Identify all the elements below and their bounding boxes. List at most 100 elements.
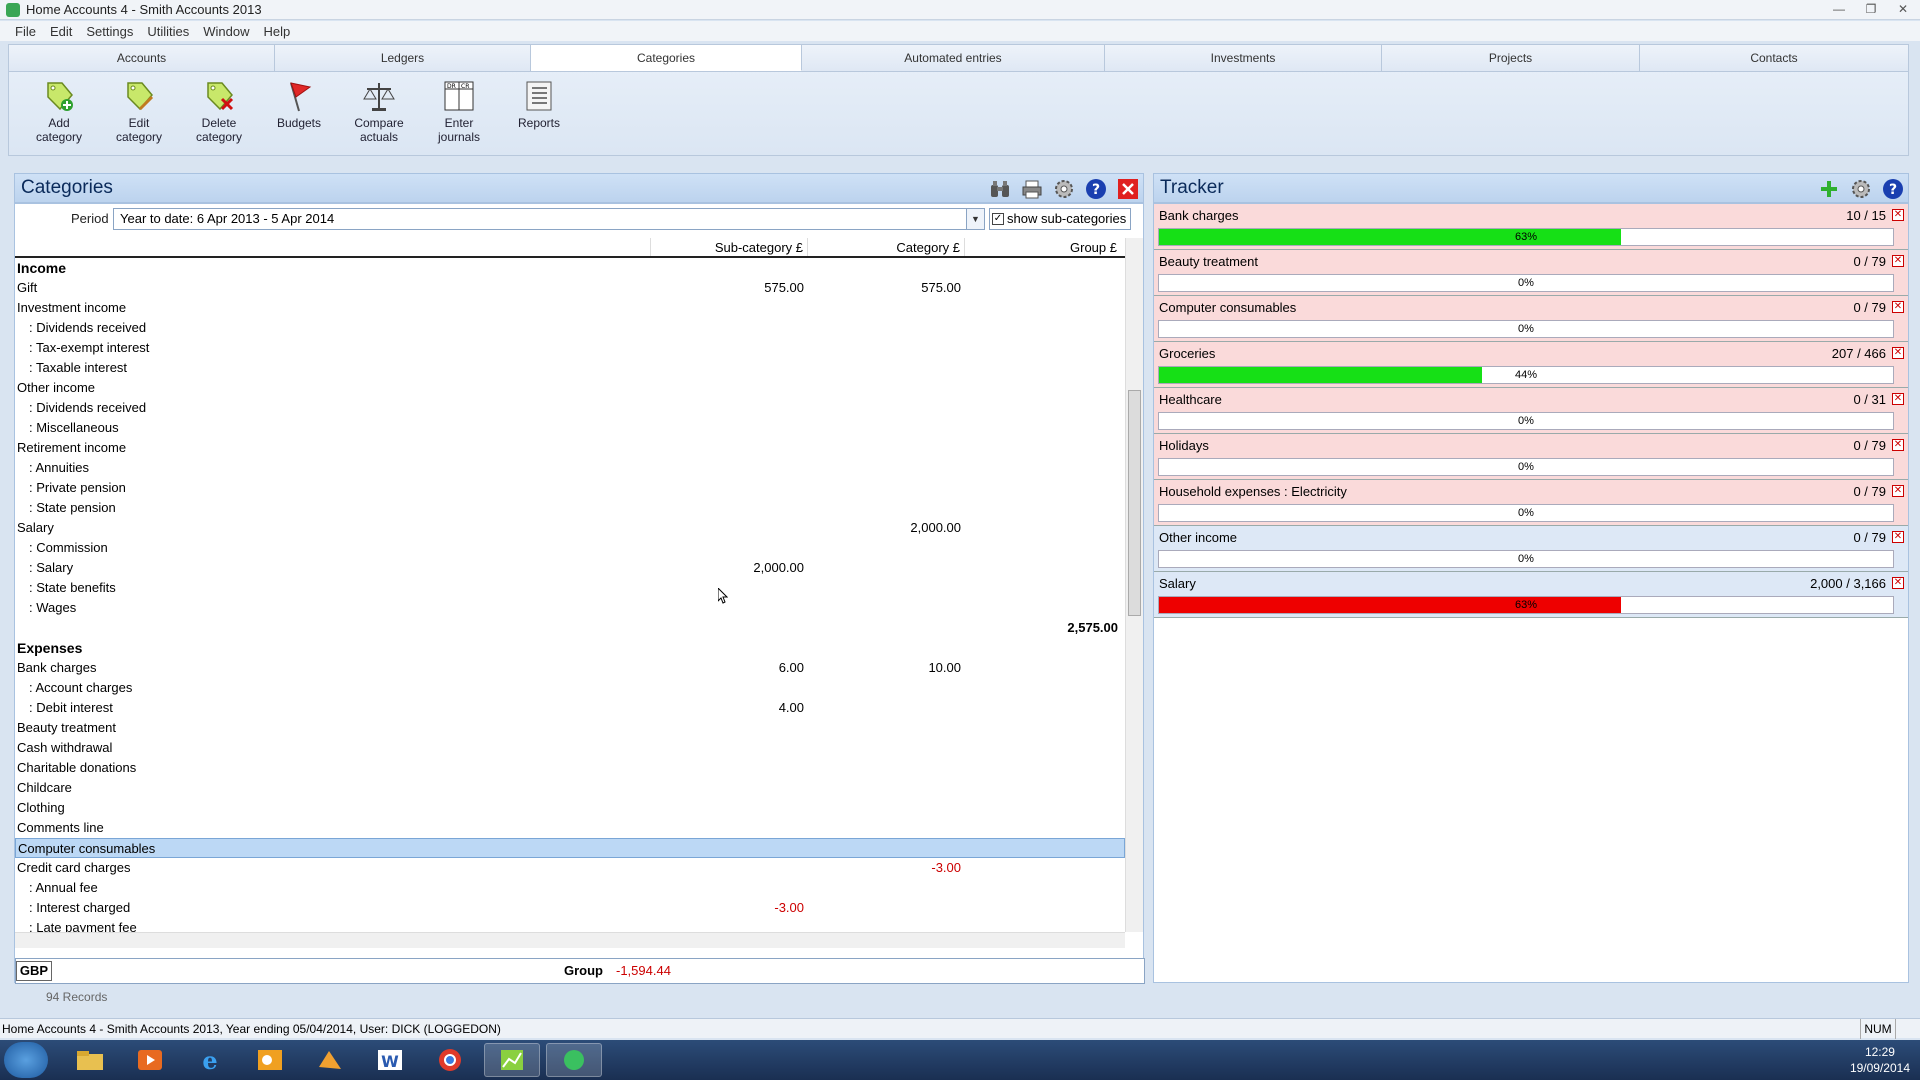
table-row[interactable]: : Annuities (15, 458, 1125, 478)
table-row[interactable]: : State benefits (15, 578, 1125, 598)
tab-projects[interactable]: Projects (1382, 45, 1640, 71)
table-row[interactable]: Retirement income (15, 438, 1125, 458)
currency-badge[interactable]: GBP (16, 961, 52, 981)
menu-edit[interactable]: Edit (43, 24, 79, 39)
taskbar-chrome-icon[interactable] (422, 1043, 478, 1077)
table-row[interactable]: : Wages (15, 598, 1125, 618)
remove-icon[interactable]: ✕ (1892, 255, 1904, 267)
tracker-item[interactable]: Bank charges 10 / 15 ✕ 63% (1154, 204, 1908, 250)
remove-icon[interactable]: ✕ (1892, 531, 1904, 543)
horizontal-scrollbar[interactable] (15, 932, 1125, 948)
col-subcategory[interactable]: Sub-category £ (650, 238, 807, 256)
table-row[interactable]: Credit card charges -3.00 (15, 858, 1125, 878)
delete-category-button[interactable]: Delete category (179, 78, 259, 144)
table-row[interactable]: : Interest charged -3.00 (15, 898, 1125, 918)
col-category[interactable]: Category £ (807, 238, 964, 256)
taskbar-media-player-icon[interactable] (122, 1043, 178, 1077)
table-row[interactable]: Cash withdrawal (15, 738, 1125, 758)
add-category-button[interactable]: Add category (19, 78, 99, 144)
menu-utilities[interactable]: Utilities (140, 24, 196, 39)
remove-icon[interactable]: ✕ (1892, 577, 1904, 589)
tab-automated-entries[interactable]: Automated entries (802, 45, 1105, 71)
add-icon[interactable] (1818, 178, 1840, 200)
table-row[interactable]: : Debit interest 4.00 (15, 698, 1125, 718)
table-row[interactable]: Childcare (15, 778, 1125, 798)
tab-accounts[interactable]: Accounts (9, 45, 275, 71)
table-row[interactable]: : Private pension (15, 478, 1125, 498)
tracker-item[interactable]: Beauty treatment 0 / 79 ✕ 0% (1154, 250, 1908, 296)
table-row[interactable]: : Commission (15, 538, 1125, 558)
remove-icon[interactable]: ✕ (1892, 209, 1904, 221)
tracker-item[interactable]: Salary 2,000 / 3,166 ✕ 63% (1154, 572, 1908, 618)
taskbar-home-accounts-icon[interactable] (484, 1043, 540, 1077)
table-row[interactable]: : Tax-exempt interest (15, 338, 1125, 358)
group-total-row[interactable]: 2,575.00 (15, 618, 1125, 638)
remove-icon[interactable]: ✕ (1892, 301, 1904, 313)
table-row[interactable]: : Annual fee (15, 878, 1125, 898)
taskbar-home-accounts-2-icon[interactable] (546, 1043, 602, 1077)
binoculars-icon[interactable] (989, 178, 1011, 200)
table-row[interactable]: Bank charges 6.00 10.00 (15, 658, 1125, 678)
chevron-down-icon[interactable]: ▼ (966, 209, 984, 229)
help-icon[interactable]: ? (1882, 178, 1904, 200)
table-row[interactable]: : Salary 2,000.00 (15, 558, 1125, 578)
budgets-button[interactable]: Budgets (259, 78, 339, 144)
scrollbar-thumb[interactable] (1128, 390, 1141, 616)
tracker-item[interactable]: Other income 0 / 79 ✕ 0% (1154, 526, 1908, 572)
remove-icon[interactable]: ✕ (1892, 439, 1904, 451)
table-row[interactable]: Computer consumables (15, 838, 1125, 858)
table-row[interactable]: Investment income (15, 298, 1125, 318)
table-row[interactable]: Beauty treatment (15, 718, 1125, 738)
start-button[interactable] (4, 1042, 48, 1078)
menu-help[interactable]: Help (257, 24, 298, 39)
taskbar-ie-icon[interactable]: e (182, 1043, 238, 1077)
table-row[interactable]: Salary 2,000.00 (15, 518, 1125, 538)
taskbar-outlook-icon[interactable] (242, 1043, 298, 1077)
show-subcategories-checkbox[interactable]: ✓ show sub-categories (989, 208, 1132, 230)
table-row[interactable]: : Account charges (15, 678, 1125, 698)
help-icon[interactable]: ? (1085, 178, 1107, 200)
table-row[interactable]: Clothing (15, 798, 1125, 818)
tab-contacts[interactable]: Contacts (1640, 45, 1908, 71)
tracker-item[interactable]: Holidays 0 / 79 ✕ 0% (1154, 434, 1908, 480)
remove-icon[interactable]: ✕ (1892, 485, 1904, 497)
compare-actuals-button[interactable]: Compare actuals (339, 78, 419, 144)
table-row[interactable]: : Taxable interest (15, 358, 1125, 378)
taskbar-explorer-icon[interactable] (62, 1043, 118, 1077)
table-row[interactable]: Gift 575.00 575.00 (15, 278, 1125, 298)
tracker-item[interactable]: Computer consumables 0 / 79 ✕ 0% (1154, 296, 1908, 342)
gear-icon[interactable] (1850, 178, 1872, 200)
tracker-item[interactable]: Healthcare 0 / 31 ✕ 0% (1154, 388, 1908, 434)
section-header-row[interactable]: Income (15, 258, 1125, 278)
tab-investments[interactable]: Investments (1105, 45, 1382, 71)
table-row[interactable]: : Dividends received (15, 318, 1125, 338)
vertical-scrollbar[interactable] (1125, 238, 1143, 932)
print-icon[interactable] (1021, 178, 1043, 200)
reports-button[interactable]: Reports (499, 78, 579, 144)
table-row[interactable]: : Dividends received (15, 398, 1125, 418)
gear-icon[interactable] (1053, 178, 1075, 200)
system-clock[interactable]: 12:29 19/09/2014 (1850, 1044, 1910, 1076)
menu-window[interactable]: Window (196, 24, 256, 39)
edit-category-button[interactable]: Edit category (99, 78, 179, 144)
table-row[interactable]: : Late payment fee (15, 918, 1125, 932)
period-select[interactable]: Year to date: 6 Apr 2013 - 5 Apr 2014 ▼ (113, 208, 985, 230)
table-row[interactable]: Other income (15, 378, 1125, 398)
table-row[interactable]: : State pension (15, 498, 1125, 518)
restore-icon[interactable]: ❐ (1858, 2, 1884, 16)
close-icon[interactable]: ✕ (1890, 2, 1916, 16)
taskbar-app-icon[interactable] (302, 1043, 358, 1077)
tracker-item[interactable]: Groceries 207 / 466 ✕ 44% (1154, 342, 1908, 388)
close-panel-icon[interactable] (1117, 178, 1139, 200)
col-group[interactable]: Group £ (964, 238, 1121, 256)
tracker-item[interactable]: Household expenses : Electricity 0 / 79 ✕ 0… (1154, 480, 1908, 526)
minimize-icon[interactable]: — (1826, 2, 1852, 16)
menu-file[interactable]: File (8, 24, 43, 39)
section-header-row[interactable]: Expenses (15, 638, 1125, 658)
table-row[interactable]: Comments line (15, 818, 1125, 838)
enter-journals-button[interactable]: DR CR Enter journals (419, 78, 499, 144)
tab-ledgers[interactable]: Ledgers (275, 45, 531, 71)
menu-settings[interactable]: Settings (79, 24, 140, 39)
tab-categories[interactable]: Categories (531, 45, 802, 71)
taskbar-word-icon[interactable]: W (362, 1043, 418, 1077)
